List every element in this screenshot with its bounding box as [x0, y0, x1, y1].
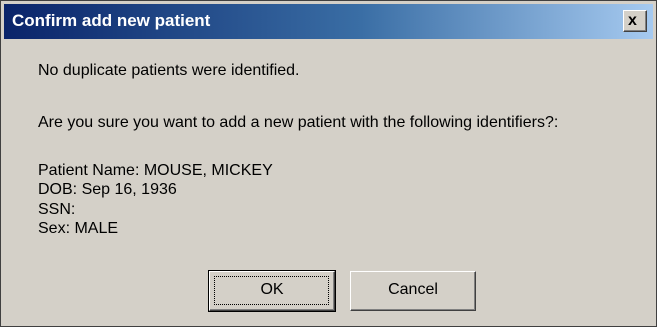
sex-line: Sex: MALE — [38, 220, 119, 237]
close-icon: x — [628, 12, 637, 29]
confirm-question: Are you sure you want to add a new patie… — [38, 114, 559, 131]
ssn-line: SSN: — [38, 201, 76, 218]
dob-line: DOB: Sep 16, 1936 — [38, 181, 177, 198]
cancel-button[interactable]: Cancel — [350, 271, 476, 311]
title-bar[interactable]: Confirm add new patient x — [4, 4, 653, 39]
close-button[interactable]: x — [623, 10, 647, 32]
dialog-title: Confirm add new patient — [12, 11, 211, 30]
confirm-dialog: Confirm add new patient x No duplicate p… — [0, 0, 657, 327]
ok-button-label: OK — [260, 281, 284, 298]
patient-name-line: Patient Name: MOUSE, MICKEY — [38, 162, 273, 179]
no-duplicates-message: No duplicate patients were identified. — [38, 62, 300, 79]
ok-button[interactable]: OK — [208, 270, 336, 312]
cancel-button-label: Cancel — [388, 281, 438, 298]
